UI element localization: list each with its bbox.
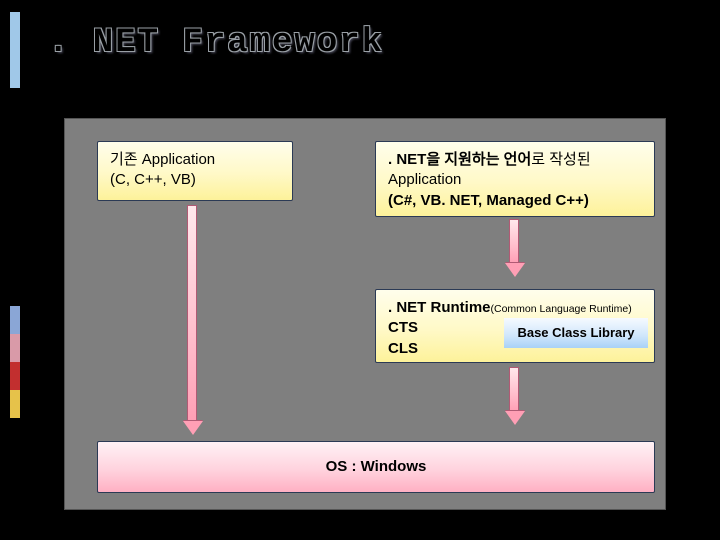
box-legacy-application: 기존 Application (C, C++, VB) xyxy=(97,141,293,201)
arrow-legacy-to-os xyxy=(183,205,201,435)
arrow-dotnet-to-runtime xyxy=(505,219,523,277)
accent-stripe xyxy=(0,0,30,540)
runtime-title-bold: . NET Runtime xyxy=(388,299,491,316)
diagram-canvas: 기존 Application (C, C++, VB) . NET을 지원하는 … xyxy=(64,118,666,510)
legacy-line2: (C, C++, VB) xyxy=(110,170,280,190)
runtime-title: . NET Runtime(Common Language Runtime) xyxy=(388,298,642,318)
page-title: . NET Framework xyxy=(48,24,384,62)
accent-stripe-segment xyxy=(10,334,20,362)
box-base-class-library: Base Class Library xyxy=(504,318,648,348)
accent-stripe-segment xyxy=(10,362,20,390)
box-dotnet-runtime: . NET Runtime(Common Language Runtime) C… xyxy=(375,289,655,363)
dotnet-line2: Application xyxy=(388,170,642,190)
dotnet-line3: (C#, VB. NET, Managed C++) xyxy=(388,191,642,211)
accent-stripe-segment xyxy=(10,390,20,418)
arrow-runtime-to-os xyxy=(505,367,523,425)
accent-stripe-segment xyxy=(10,306,20,334)
box-os-windows: OS : Windows xyxy=(97,441,655,493)
dotnet-line1-bold: . NET을 지원하는 언어 xyxy=(388,151,531,168)
accent-stripe-segment xyxy=(10,12,20,88)
dotnet-line1: . NET을 지원하는 언어로 작성된 xyxy=(388,150,642,170)
dotnet-line1-tail: 로 작성된 xyxy=(531,151,590,168)
runtime-title-sub: (Common Language Runtime) xyxy=(491,303,632,315)
box-dotnet-application: . NET을 지원하는 언어로 작성된 Application (C#, VB.… xyxy=(375,141,655,217)
legacy-line1: 기존 Application xyxy=(110,150,280,170)
